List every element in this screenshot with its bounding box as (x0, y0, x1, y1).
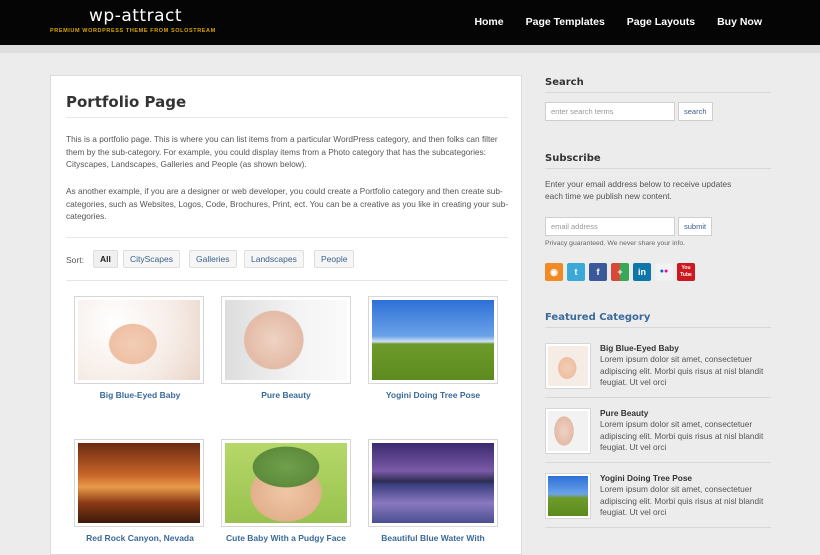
photo-woman-face (225, 300, 347, 380)
divider (545, 527, 771, 528)
divider (66, 237, 508, 238)
portfolio-caption[interactable]: Big Blue-Eyed Baby (65, 390, 215, 400)
featured-heading: Featured Category (545, 312, 651, 323)
portfolio-caption[interactable]: Cute Baby With a Pudgy Face (211, 533, 361, 543)
featured-excerpt: Lorem ipsum dolor sit amet, consectetuer… (600, 419, 764, 452)
nav-home[interactable]: Home (474, 16, 503, 28)
photo-baby-face (548, 346, 588, 386)
logo-title[interactable]: wp-attract (89, 6, 216, 26)
google-plus-icon[interactable]: + (611, 263, 629, 281)
featured-excerpt: Lorem ipsum dolor sit amet, consectetuer… (600, 484, 764, 517)
main-content: Portfolio Page This is a portfolio page.… (50, 75, 522, 555)
featured-excerpt: Lorem ipsum dolor sit amet, consectetuer… (600, 354, 764, 387)
divider (66, 280, 508, 281)
photo-blue-water (372, 443, 494, 523)
subscribe-text: Enter your email address below to receiv… (545, 179, 732, 201)
divider (545, 327, 771, 328)
sidebar: Search enter search terms search Subscri… (545, 0, 771, 540)
sort-label: Sort: (66, 255, 84, 265)
facebook-icon[interactable]: f (589, 263, 607, 281)
intro-paragraph: This is a portfolio page. This is where … (66, 134, 498, 169)
photo-yoga-field (372, 300, 494, 380)
privacy-note: Privacy guaranteed. We never share your … (545, 240, 686, 247)
featured-thumb[interactable] (545, 408, 591, 454)
divider (545, 462, 771, 463)
portfolio-thumb-baby[interactable] (74, 296, 204, 384)
site-logo[interactable]: wp-attract PREMIUM WORDPRESS THEME FROM … (50, 6, 216, 34)
portfolio-caption[interactable]: Red Rock Canyon, Nevada (65, 533, 215, 543)
submit-button[interactable]: submit (678, 217, 713, 236)
portfolio-thumb-cute-baby[interactable] (221, 439, 351, 527)
flickr-icon[interactable]: ●● (655, 263, 673, 281)
photo-yoga-field (548, 476, 588, 516)
portfolio-caption[interactable]: Beautiful Blue Water With (358, 533, 508, 543)
photo-baby-hat (225, 443, 347, 523)
filter-people[interactable]: People (314, 250, 355, 268)
featured-thumb[interactable] (545, 343, 591, 389)
search-heading: Search (545, 77, 584, 88)
logo-tagline: PREMIUM WORDPRESS THEME FROM SOLOSTREAM (50, 28, 216, 34)
filter-cityscapes[interactable]: CityScapes (123, 250, 180, 268)
portfolio-thumb-yoga[interactable] (368, 296, 498, 384)
portfolio-thumb-water[interactable] (368, 439, 498, 527)
photo-red-canyon (78, 443, 200, 523)
email-input[interactable]: email address (545, 217, 675, 236)
twitter-icon[interactable]: t (567, 263, 585, 281)
linkedin-icon[interactable]: in (633, 263, 651, 281)
portfolio-thumb-canyon[interactable] (74, 439, 204, 527)
filter-landscapes[interactable]: Landscapes (244, 250, 304, 268)
photo-baby-face (78, 300, 200, 380)
divider (545, 397, 771, 398)
title-divider (66, 117, 508, 118)
portfolio-thumb-beauty[interactable] (221, 296, 351, 384)
portfolio-caption[interactable]: Pure Beauty (211, 390, 361, 400)
filter-all[interactable]: All (93, 250, 118, 268)
filter-galleries[interactable]: Galleries (189, 250, 237, 268)
featured-title[interactable]: Big Blue-Eyed Baby (600, 343, 679, 353)
rss-icon[interactable]: ◉ (545, 263, 563, 281)
youtube-icon[interactable]: You Tube (677, 263, 695, 281)
featured-title[interactable]: Pure Beauty (600, 408, 648, 418)
subscribe-heading: Subscribe (545, 153, 601, 164)
second-paragraph: As another example, if you are a designe… (66, 186, 509, 221)
featured-thumb[interactable] (545, 473, 591, 519)
featured-title[interactable]: Yogini Doing Tree Pose (600, 473, 692, 483)
search-input[interactable]: enter search terms (545, 102, 675, 121)
page-title: Portfolio Page (66, 93, 187, 111)
photo-woman-face (548, 411, 588, 451)
portfolio-caption[interactable]: Yogini Doing Tree Pose (358, 390, 508, 400)
divider (545, 92, 771, 93)
divider (545, 168, 771, 169)
search-button[interactable]: search (678, 102, 713, 121)
